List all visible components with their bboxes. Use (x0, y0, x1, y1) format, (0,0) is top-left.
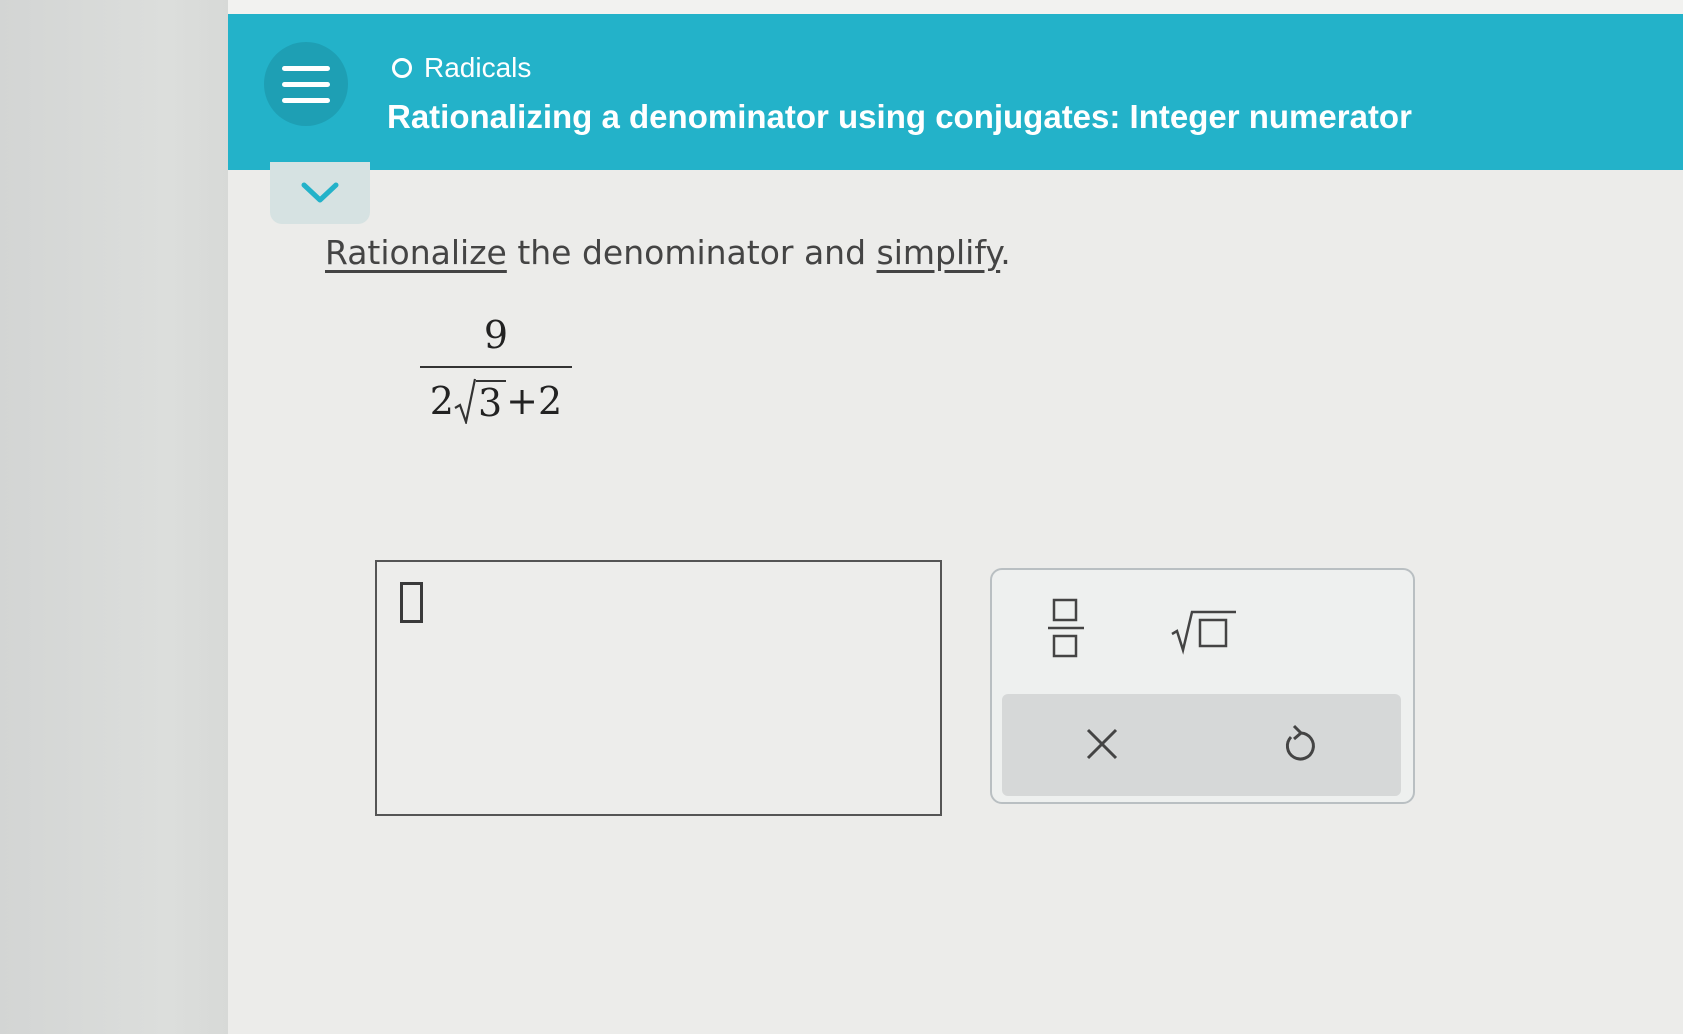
collapse-header-button[interactable] (270, 162, 370, 224)
hamburger-menu-icon (282, 97, 330, 103)
math-toolbox (990, 568, 1415, 804)
fraction-bar (420, 366, 572, 368)
instruction-period: . (1000, 233, 1011, 272)
topic-progress-circle-icon (392, 58, 412, 78)
top-edge (228, 0, 1683, 14)
hamburger-menu-icon (282, 81, 330, 87)
fraction-template-icon (1048, 598, 1084, 658)
lesson-title: Rationalizing a denominator using conjug… (387, 98, 1412, 135)
simplify-link[interactable]: simplify (877, 233, 1001, 272)
denominator: 2 3 +2 (420, 378, 572, 424)
radical: 3 (454, 378, 507, 424)
left-margin (0, 0, 240, 1034)
square-root-template-button[interactable] (1170, 600, 1240, 656)
hamburger-menu-icon (282, 65, 330, 71)
hamburger-menu-button[interactable] (264, 42, 348, 126)
radicand: 3 (475, 380, 507, 424)
toolbox-action-bar (1002, 694, 1401, 796)
undo-button[interactable] (1277, 722, 1321, 766)
topic-label: Radicals (424, 52, 532, 83)
square-root-template-icon (1171, 610, 1236, 655)
denominator-tail: +2 (506, 379, 563, 423)
denominator-coefficient: 2 (429, 379, 454, 423)
rationalize-link[interactable]: Rationalize (325, 233, 507, 272)
problem-expression: 9 2 3 +2 (420, 312, 572, 424)
answer-input[interactable] (375, 560, 942, 816)
numerator: 9 (483, 313, 509, 357)
clear-button[interactable] (1080, 722, 1124, 766)
clear-x-icon (1086, 728, 1118, 760)
input-cursor-placeholder (400, 582, 423, 623)
topic-row: Radicals (392, 52, 531, 84)
instruction-text: the denominator and (506, 233, 877, 272)
lesson-header (228, 14, 1683, 170)
fraction-template-button[interactable] (1044, 596, 1088, 660)
radical-sign-icon (454, 378, 476, 424)
undo-icon (1285, 724, 1315, 761)
chevron-down-icon (301, 182, 339, 203)
problem-instruction: Rationalize the denominator and simplify… (325, 233, 1011, 272)
